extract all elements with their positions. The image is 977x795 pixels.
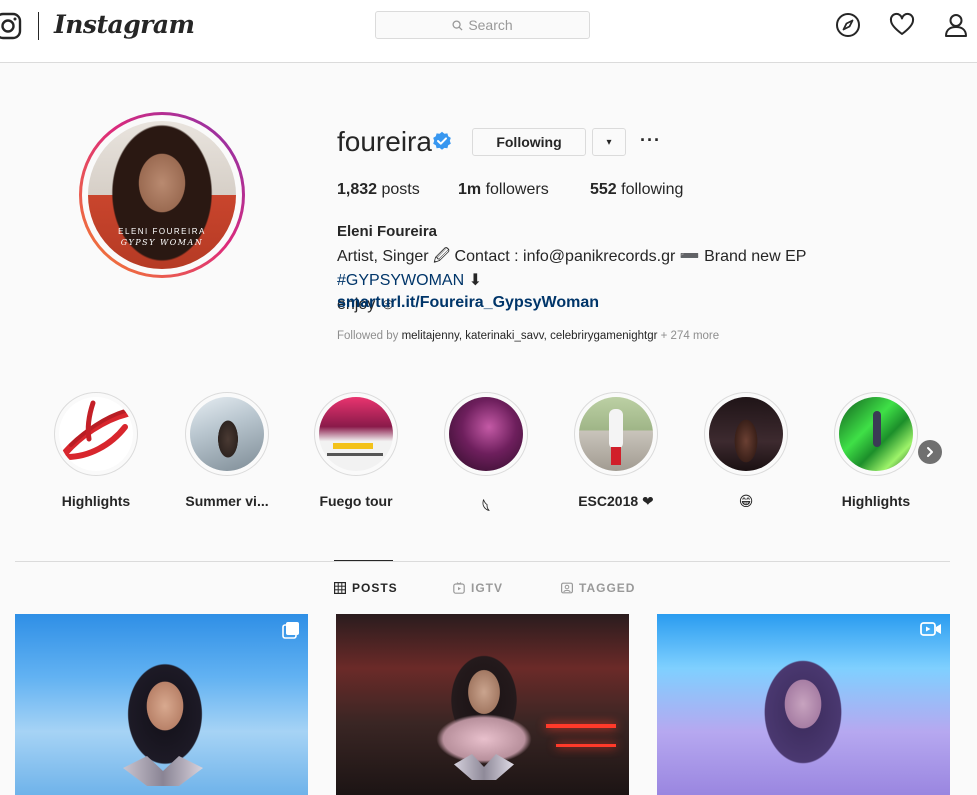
highlight-ring (54, 392, 138, 476)
bio-text-2: ⬇ (464, 272, 482, 289)
bio-hashtag-link[interactable]: #GYPSYWOMAN (337, 272, 464, 289)
tab-igtv[interactable]: IGTV (453, 581, 503, 595)
avatar-gap: ELENI FOUREIRA GYPSY WOMAN (82, 115, 242, 275)
user-icon[interactable] (943, 12, 969, 38)
highlights-next-button[interactable] (918, 440, 942, 464)
highlight-cover (449, 397, 523, 471)
bio-text-1: Artist, Singer 🖉 Contact : info@panikrec… (337, 248, 807, 265)
highlight-item[interactable]: ESC2018 ❤ (566, 392, 666, 510)
top-nav: Instagram Search (0, 0, 977, 63)
verified-badge-icon (433, 131, 451, 150)
highlight-label: Fuego tour (319, 493, 393, 509)
highlight-item[interactable]: Highlights (46, 392, 146, 509)
figure-performer (873, 411, 881, 447)
highlight-label: 𓆩 (482, 499, 490, 515)
highlight-item[interactable]: Fuego tour (306, 392, 406, 509)
highlight-cover (579, 397, 653, 471)
highlight-ring (574, 392, 658, 476)
followers-label: followers (481, 181, 549, 198)
search-icon (452, 19, 463, 31)
carousel-icon (282, 622, 299, 639)
highlight-ring (185, 392, 269, 476)
highlight-cover (190, 397, 264, 471)
feather-boa (436, 714, 532, 764)
highlight-label: Summer vi... (185, 493, 269, 509)
highlight-ring (834, 392, 918, 476)
more-options-button[interactable]: ··· (640, 130, 661, 151)
follow-options-dropdown[interactable]: ▾ (592, 128, 626, 156)
profile-username: foureira (337, 126, 432, 157)
search-placeholder: Search (468, 17, 513, 33)
tag-icon (561, 582, 573, 594)
stat-posts: 1,832 posts (337, 181, 420, 199)
highlight-cover (709, 397, 783, 471)
highlight-label: Highlights (61, 493, 131, 509)
highlight-ring (704, 392, 788, 476)
highlight-label: Highlights (841, 493, 911, 509)
poster-bar (327, 453, 383, 456)
post-thumbnail[interactable] (336, 614, 629, 795)
chevron-down-icon: ▾ (606, 136, 612, 148)
followed-by-more: + 274 more (657, 330, 720, 342)
highlight-cover (319, 397, 393, 471)
active-tab-indicator (334, 560, 393, 561)
highlight-label: ESC2018 ❤ (578, 493, 654, 509)
highlight-cover (59, 397, 133, 471)
post-thumbnail[interactable] (15, 614, 308, 795)
tab-posts[interactable]: POSTS (334, 581, 398, 595)
avatar-caption-name: ELENI FOUREIRA (118, 227, 206, 236)
stat-following[interactable]: 552 following (590, 181, 683, 199)
followed-by-prefix: Followed by (337, 330, 402, 342)
highlight-ring (314, 392, 398, 476)
tab-igtv-label: IGTV (471, 581, 504, 595)
figure-boots (611, 447, 621, 465)
post-thumbnail[interactable] (657, 614, 950, 795)
tab-tagged[interactable]: TAGGED (561, 581, 635, 595)
highlight-item[interactable]: Summer vi... (177, 392, 277, 509)
posts-label: posts (377, 181, 420, 198)
instagram-wordmark[interactable]: Instagram (54, 10, 195, 39)
highlight-item[interactable]: 😁 (696, 392, 796, 510)
neon-light (546, 724, 616, 728)
stat-followers[interactable]: 1m followers (458, 181, 549, 199)
highlight-cover (839, 397, 913, 471)
highlight-item[interactable]: Highlights (826, 392, 926, 509)
following-count: 552 (590, 181, 617, 198)
followed-by-names: melitajenny, katerinaki_savv, celebriryg… (401, 330, 658, 342)
brand-divider (38, 12, 39, 40)
following-label: following (616, 181, 684, 198)
highlight-label: 😁 (738, 493, 754, 509)
instagram-glyph-icon[interactable] (0, 12, 22, 40)
neon-light (556, 744, 616, 747)
profile-external-link[interactable]: smarturl.it/Foureira_GypsyWoman (337, 294, 599, 312)
red-brush-logo-icon (61, 400, 133, 460)
search-input[interactable]: Search (375, 11, 590, 39)
costume-star (123, 756, 203, 786)
tab-posts-label: POSTS (352, 581, 398, 595)
followed-by-line[interactable]: Followed by melitajenny, katerinaki_savv… (337, 330, 719, 342)
highlight-ring (444, 392, 528, 476)
avatar[interactable]: ELENI FOUREIRA GYPSY WOMAN (88, 121, 236, 269)
poster-banner (333, 443, 373, 449)
followers-count: 1m (458, 181, 482, 198)
chevron-right-icon (927, 447, 933, 457)
grid-icon (334, 582, 346, 594)
highlight-item[interactable]: 𓆩 (436, 392, 536, 517)
figure-white (609, 409, 623, 449)
heart-icon[interactable] (889, 12, 915, 38)
tabs-divider (15, 561, 950, 562)
profile-full-name: Eleni Foureira (337, 223, 438, 240)
compass-icon[interactable] (835, 12, 861, 38)
posts-count: 1,832 (337, 181, 378, 198)
igtv-icon (453, 582, 465, 594)
video-icon (920, 622, 941, 636)
profile-avatar-ring[interactable]: ELENI FOUREIRA GYPSY WOMAN (79, 112, 245, 278)
avatar-caption-title: GYPSY WOMAN (120, 238, 204, 247)
tab-tagged-label: TAGGED (579, 581, 636, 595)
following-button[interactable]: Following (472, 128, 586, 156)
